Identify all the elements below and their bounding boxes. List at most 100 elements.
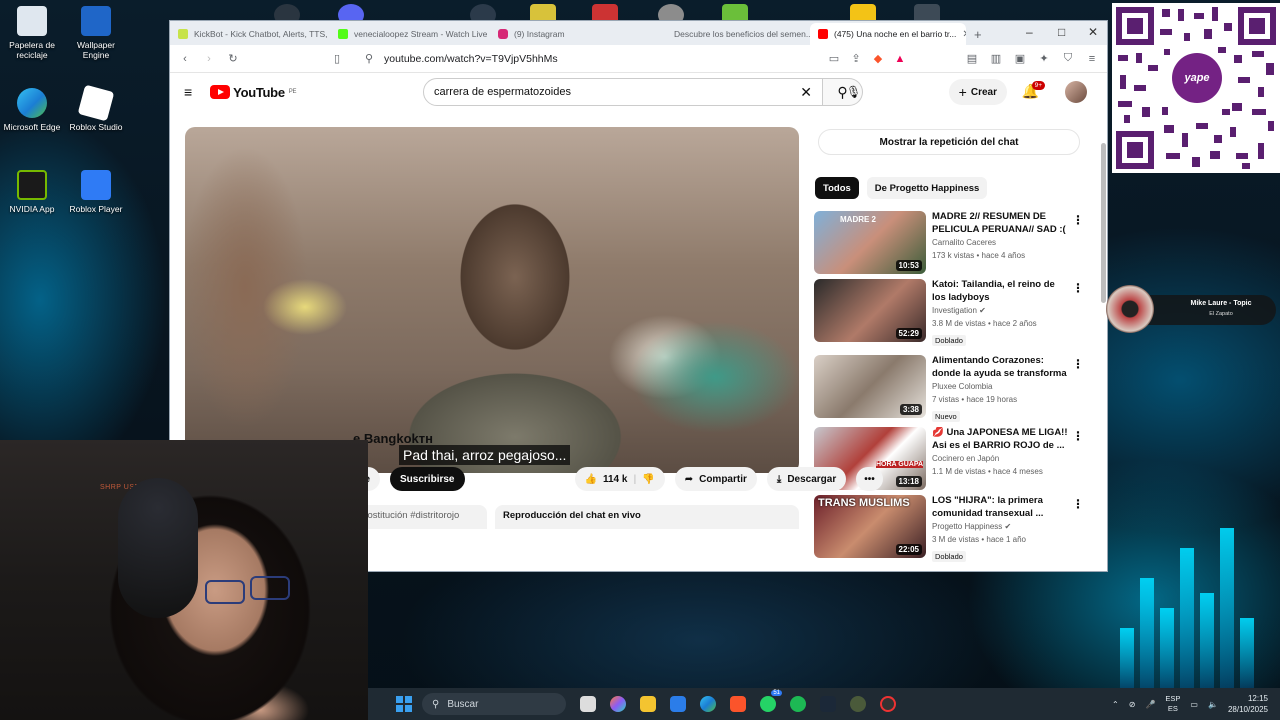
language-indicator[interactable]: ESP ES [1165,694,1180,714]
video-thumbnail[interactable]: MADRE 2 10:53 [814,211,926,274]
chip-channel[interactable]: De Progetto Happiness [866,177,988,199]
youtube-logo[interactable]: YouTube PE [210,85,296,100]
app-icon[interactable] [850,696,866,712]
network-off-icon[interactable]: ⊘ [1129,700,1136,709]
microphone-icon[interactable]: 🎤 [1145,700,1155,709]
forward-icon[interactable]: › [202,53,216,65]
volume-icon[interactable]: 🔈 [1208,700,1218,709]
channel-name[interactable]: Progetto Happiness ✔ [932,520,1068,533]
chevron-up-icon[interactable]: ⌃ [1112,700,1119,709]
show-chat-replay-button[interactable]: Mostrar la repetición del chat [818,129,1080,155]
windows-logo-square [405,696,412,703]
close-window-button[interactable]: ✕ [1088,25,1098,39]
tab-youtube-active[interactable]: (475) Una noche en el barrio tr... ✕ [810,23,966,45]
video-title[interactable]: MADRE 2// RESUMEN DE PELICULA PERUANA// … [932,211,1068,236]
monitor-icon[interactable]: ▭ [1190,700,1198,709]
bookmark-icon[interactable]: ▯ [330,52,344,65]
address-bar[interactable]: ⚲ youtube.com/watch?v=T9VjpV5hhMs ▭ ⇪ ◆ … [354,48,915,70]
minimize-button[interactable]: – [1026,25,1033,39]
voice-search-icon[interactable]: 🎙 [846,85,861,99]
roblox-player-shortcut[interactable]: Roblox Player [64,170,128,214]
start-button[interactable] [396,696,412,712]
more-options-icon[interactable]: ⋮ [1072,429,1084,443]
vpn-icon[interactable]: ⛉ [1061,52,1075,65]
reading-list-icon[interactable]: ▥ [989,52,1003,65]
copilot-icon[interactable] [610,696,626,712]
extensions-icon[interactable]: ✦ [1037,52,1051,65]
list-item[interactable]: MADRE 2 10:53 MADRE 2// RESUMEN DE PELIC… [814,211,1086,279]
description-tags[interactable]: prostitución #distritorojo [353,505,487,529]
thumbs-down-icon[interactable]: 👎 [642,474,654,485]
chip-all[interactable]: Todos [815,177,859,199]
wallet-icon[interactable]: ▣ [1013,52,1027,65]
new-tab-button[interactable]: + [966,23,990,45]
sidebar-icon[interactable]: ▤ [965,52,979,65]
hamburger-menu-icon[interactable]: ≡ [184,84,192,100]
reload-icon[interactable]: ↻ [226,52,240,65]
channel-name[interactable]: Pluxee Colombia [932,380,1068,393]
brave-rewards-icon[interactable]: ▲ [893,53,907,65]
tab-label: KickBot - Kick Chatbot, Alerts, TTS, ... [194,29,330,39]
more-options-icon[interactable]: ⋮ [1072,213,1084,227]
brave-icon[interactable] [730,696,746,712]
account-avatar[interactable] [1065,81,1087,103]
webcam-overlay: SHRP USER [0,440,368,720]
list-item[interactable]: TRANS MUSLIMS 22:05 LOS "HIJRA": la prim… [814,495,1086,563]
subscribe-button[interactable]: Suscribirse [390,467,465,491]
obs-icon[interactable] [880,696,896,712]
tab-article[interactable]: Descubre los beneficios del semen... [650,23,810,45]
video-thumbnail[interactable]: 52:29 [814,279,926,342]
tab-kick-stream[interactable]: venecialoopez Stream - Watch Live [330,23,490,45]
tab-kickbot[interactable]: KickBot - Kick Chatbot, Alerts, TTS, ... [170,23,330,45]
cast-icon[interactable]: ▭ [827,52,841,65]
video-title[interactable]: Katoi: Tailandia, el reino de los ladybo… [932,279,1068,304]
more-actions-button[interactable]: ••• [856,467,883,491]
edge-shortcut[interactable]: Microsoft Edge [0,88,64,132]
video-thumbnail[interactable]: TRANS MUSLIMS 22:05 [814,495,926,558]
wallpaper-engine-icon [81,6,111,36]
tab-instagram[interactable]: (9) Instagram [490,23,650,45]
more-options-icon[interactable]: ⋮ [1072,281,1084,295]
video-title[interactable]: 💋 Una JAPONESA ME LIGA!! Asi es el BARRI… [932,427,1068,452]
whatsapp-icon[interactable]: 51 [760,690,782,712]
list-item[interactable]: 52:29 Katoi: Tailandia, el reino de los … [814,279,1086,347]
channel-name[interactable]: Carnalito Caceres [932,236,1068,249]
channel-name[interactable]: Investigation ✔ [932,304,1068,317]
clear-search-icon[interactable]: ✕ [800,84,812,101]
microsoft-store-icon[interactable] [670,696,686,712]
more-options-icon[interactable]: ⋮ [1072,357,1084,371]
create-button[interactable]: + Crear [948,79,1007,105]
maximize-button[interactable]: □ [1058,25,1065,39]
nvidia-app-shortcut[interactable]: NVIDIA App [0,170,64,214]
menu-icon[interactable]: ≡ [1085,53,1099,65]
edge-icon[interactable] [700,696,716,712]
roblox-studio-shortcut[interactable]: Roblox Studio [64,84,128,132]
list-item[interactable]: 3:38 Alimentando Corazones: donde la ayu… [814,355,1086,423]
file-explorer-icon[interactable] [640,696,656,712]
video-thumbnail[interactable]: 3:38 [814,355,926,418]
search-input[interactable]: carrera de espermatozoides ✕ [423,78,823,106]
recycle-bin-shortcut[interactable]: Papelera de reciclaje [0,6,64,60]
video-title[interactable]: LOS "HIJRA": la primera comunidad transe… [932,495,1068,520]
video-title[interactable]: Alimentando Corazones: donde la ayuda se… [932,355,1068,380]
system-clock[interactable]: 12:15 28/10/2025 [1228,693,1268,715]
more-options-icon[interactable]: ⋮ [1072,497,1084,511]
share-button[interactable]: ➦ Compartir [674,467,757,491]
like-button[interactable]: 👍 114 k | 👎 [574,467,665,491]
steam-icon[interactable] [820,696,836,712]
download-button[interactable]: ⤓ Descargar [766,467,847,491]
wallpaper-engine-shortcut[interactable]: Wallpaper Engine [64,6,128,60]
page-scrollbar[interactable] [1101,143,1106,303]
language-code: ESP [1165,694,1181,703]
brave-shields-icon[interactable]: ◆ [871,52,885,65]
live-chat-replay-header[interactable]: Reproducción del chat en vivo [495,505,799,529]
spotify-icon[interactable] [790,696,806,712]
channel-name[interactable]: Cocinero en Japón [932,452,1068,465]
site-info-icon[interactable]: ⚲ [362,52,376,65]
video-player[interactable]: Pad thai, arroz pegajoso... [185,127,799,473]
taskbar-search-box[interactable]: ⚲ Buscar [422,693,566,715]
share-icon[interactable]: ⇪ [849,52,863,65]
task-view-icon[interactable] [580,696,596,712]
youtube-play-icon [210,85,231,99]
back-icon[interactable]: ‹ [178,53,192,65]
